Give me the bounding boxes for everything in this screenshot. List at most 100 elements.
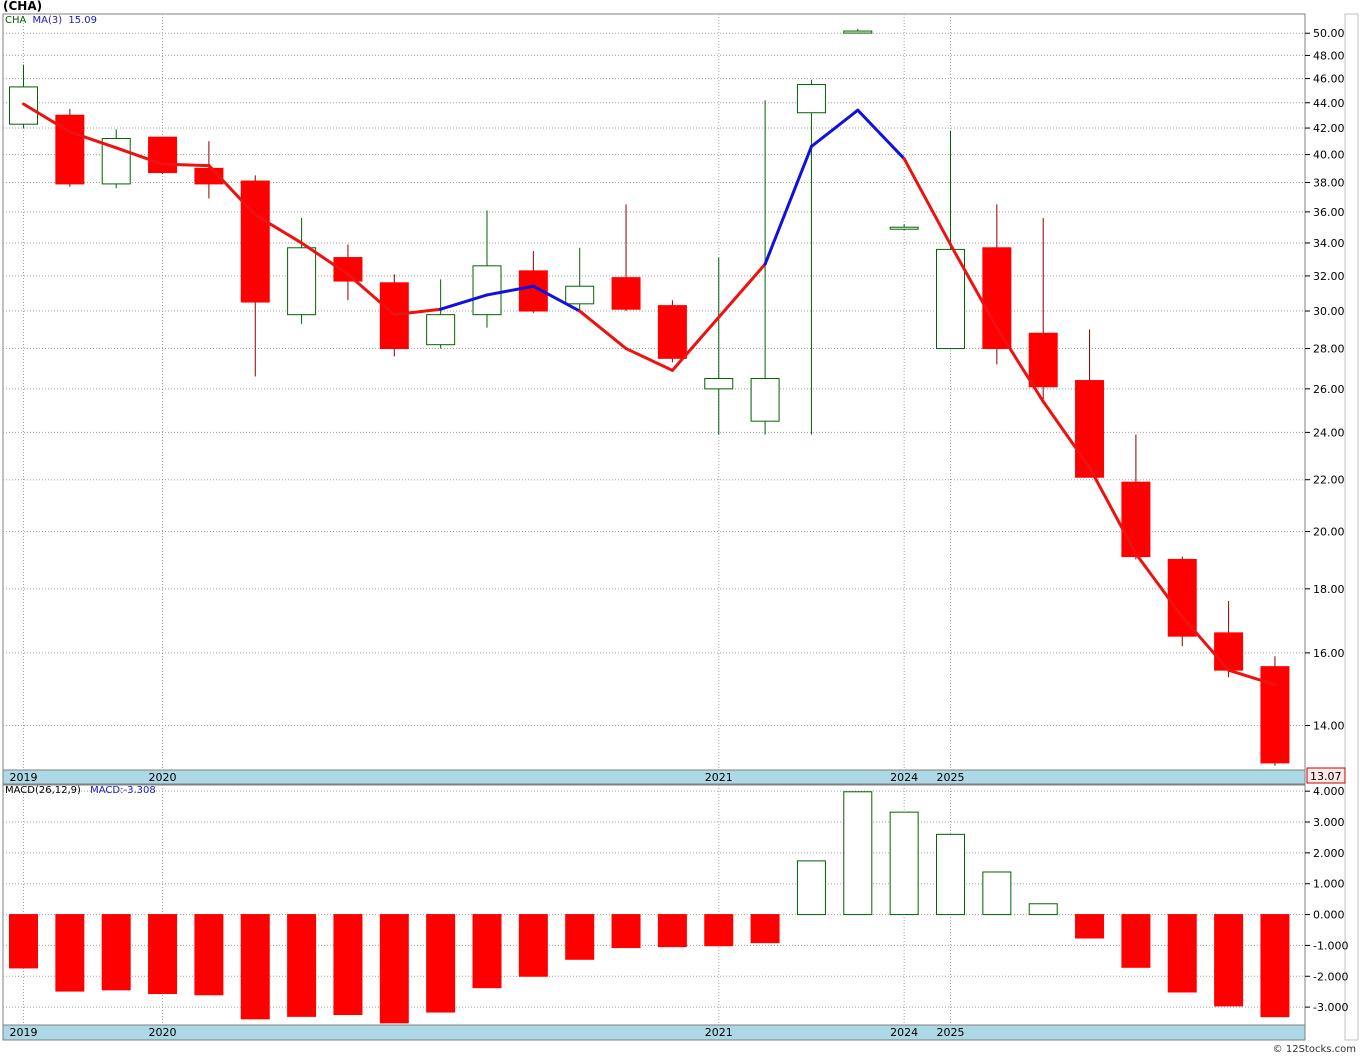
macd-date-label: 2025 <box>937 1026 965 1039</box>
price-tick-label: 50.00 <box>1313 27 1345 40</box>
macd-tick-label: 2.000 <box>1313 847 1345 860</box>
chart-title: (CHA) <box>3 0 43 13</box>
macd-bar <box>55 914 85 992</box>
candle-body <box>472 265 502 316</box>
macd-tick-label: 4.000 <box>1313 785 1345 798</box>
macd-bar <box>240 914 270 1020</box>
macd-tick-label: 0.000 <box>1313 909 1345 922</box>
candle-body <box>426 314 456 346</box>
price-date-label: 2019 <box>10 771 38 784</box>
macd-tick-label: -3.000 <box>1313 1001 1348 1014</box>
macd-bar <box>611 914 641 949</box>
candle-body <box>611 277 641 310</box>
candle-body <box>704 377 734 390</box>
right-border <box>1344 13 1359 1041</box>
candle <box>657 300 687 363</box>
price-tick-label: 44.00 <box>1313 97 1345 110</box>
price-tick-label: 48.00 <box>1313 49 1345 62</box>
price-tick-label: 38.00 <box>1313 176 1345 189</box>
macd-bar <box>194 914 224 996</box>
price-tick-label: 26.00 <box>1313 383 1345 396</box>
macd-bar <box>9 914 38 969</box>
price-tick-label: 36.00 <box>1313 206 1345 219</box>
candle <box>1260 656 1290 766</box>
price-tick-label: 14.00 <box>1313 719 1345 732</box>
macd-legend: MACD(26,12,9) MACD:-3.308 <box>5 785 156 796</box>
macd-bar <box>657 914 687 948</box>
price-date-label: 2021 <box>705 771 733 784</box>
candle <box>101 129 131 189</box>
price-tick-label: 28.00 <box>1313 343 1345 356</box>
candle-body <box>565 285 595 305</box>
macd-date-label: 2020 <box>149 1026 177 1039</box>
candle <box>55 108 85 187</box>
macd-tick-label: -2.000 <box>1313 970 1348 983</box>
legend-macd-params: MACD(26,12,9) <box>5 785 81 796</box>
macd-bar <box>1075 914 1105 939</box>
macd-bar <box>796 860 826 916</box>
price-tick-label: 42.00 <box>1313 122 1345 135</box>
price-tick-label: 20.00 <box>1313 526 1345 539</box>
price-tick-label: 18.00 <box>1313 583 1345 596</box>
price-tick-label: 34.00 <box>1313 237 1345 250</box>
macd-bar <box>472 914 502 989</box>
macd-bar <box>750 914 780 944</box>
macd-bar <box>148 914 178 995</box>
candle-body <box>657 305 687 359</box>
price-tick-label: 30.00 <box>1313 305 1345 318</box>
macd-bar <box>704 914 734 947</box>
candle-body <box>982 247 1012 350</box>
macd-bar <box>101 914 131 991</box>
macd-bar <box>379 914 409 1024</box>
legend-macd-value: MACD:-3.308 <box>90 785 156 796</box>
price-tick-label: 24.00 <box>1313 426 1345 439</box>
legend-ma-value: 15.09 <box>68 15 97 26</box>
macd-bar <box>982 871 1012 916</box>
ma-line-segment <box>161 162 211 168</box>
macd-date-label: 2024 <box>890 1026 918 1039</box>
macd-bar <box>287 914 317 1017</box>
macd-bar <box>889 811 919 916</box>
candle-body <box>240 180 270 303</box>
macd-bar <box>1167 914 1197 993</box>
price-panel-frame <box>2 13 1306 771</box>
macd-tick-label: -1.000 <box>1313 939 1348 952</box>
macd-date-label: 2019 <box>10 1026 38 1039</box>
price-date-label: 2024 <box>890 771 918 784</box>
candle-body <box>1075 380 1105 478</box>
macd-bar <box>843 791 873 916</box>
candle-body <box>889 226 919 230</box>
last-price-tag: 13.07 <box>1310 770 1342 783</box>
candle-body <box>148 136 178 174</box>
legend-ma-label: MA(3) <box>32 15 63 26</box>
candle-body <box>1167 558 1197 637</box>
price-date-label: 2025 <box>937 771 965 784</box>
candle-body <box>1028 332 1058 388</box>
price-tick-label: 46.00 <box>1313 73 1345 86</box>
macd-bar <box>1121 914 1151 968</box>
macd-bar <box>1214 914 1244 1007</box>
macd-bar <box>1028 903 1058 916</box>
macd-date-label: 2021 <box>705 1026 733 1039</box>
price-tick-label: 16.00 <box>1313 647 1345 660</box>
price-tick-label: 22.00 <box>1313 474 1345 487</box>
macd-bar <box>333 914 363 1016</box>
price-date-band <box>2 769 1306 785</box>
macd-bar <box>936 833 965 916</box>
candle-body <box>750 377 780 422</box>
macd-tick-label: 1.000 <box>1313 878 1345 891</box>
macd-date-band <box>2 1024 1306 1041</box>
site-credit: © 12Stocks.com <box>1272 1044 1356 1055</box>
candle <box>148 136 178 174</box>
candle-body <box>1214 632 1244 671</box>
macd-bar <box>565 914 595 960</box>
macd-tick-label: 3.000 <box>1313 816 1345 829</box>
price-tick-label: 40.00 <box>1313 149 1345 162</box>
legend-series-name: CHA <box>5 15 27 26</box>
price-tick-label: 32.00 <box>1313 270 1345 283</box>
candle-body <box>843 30 873 34</box>
candle-body <box>1121 481 1151 558</box>
macd-bar <box>518 914 548 977</box>
macd-bar <box>1260 914 1290 1018</box>
candle-body <box>796 84 826 114</box>
